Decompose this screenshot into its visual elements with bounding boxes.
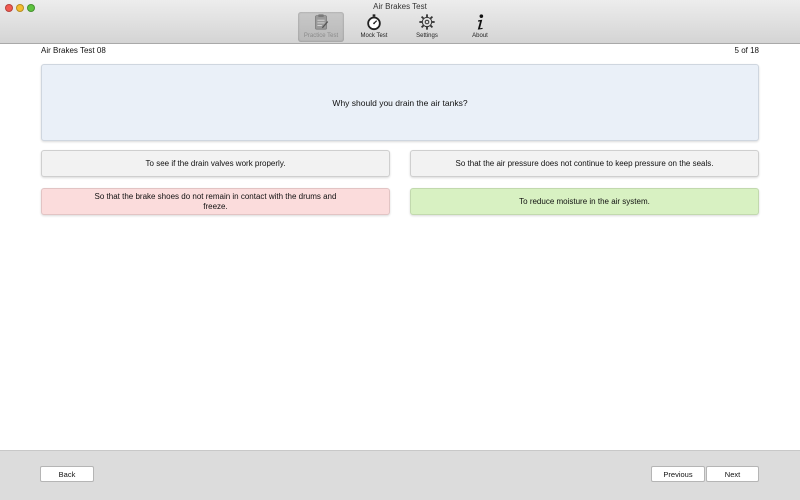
previous-button[interactable]: Previous bbox=[651, 466, 705, 482]
back-button[interactable]: Back bbox=[40, 466, 94, 482]
toolbar-about[interactable]: About bbox=[457, 12, 503, 42]
toolbar: Practice Test Mock Test Settings About bbox=[298, 12, 510, 42]
question-progress: 5 of 18 bbox=[734, 46, 759, 55]
answer-option-2[interactable]: So that the air pressure does not contin… bbox=[410, 150, 759, 177]
toolbar-settings[interactable]: Settings bbox=[404, 12, 450, 42]
toolbar-label: Practice Test bbox=[303, 33, 339, 39]
answer-option-1[interactable]: To see if the drain valves work properly… bbox=[41, 150, 390, 177]
question-text: Why should you drain the air tanks? bbox=[332, 97, 468, 108]
window-titlebar: Air Brakes Test Practice Test Mock Test bbox=[0, 0, 800, 44]
answer-option-4-correct[interactable]: To reduce moisture in the air system. bbox=[410, 188, 759, 215]
toolbar-practice-test[interactable]: Practice Test bbox=[298, 12, 344, 42]
answer-option-3-incorrect[interactable]: So that the brake shoes do not remain in… bbox=[41, 188, 390, 215]
answer-text: To reduce moisture in the air system. bbox=[519, 196, 650, 206]
answer-text: So that the brake shoes do not remain in… bbox=[94, 191, 337, 211]
toolbar-mock-test[interactable]: Mock Test bbox=[351, 12, 397, 42]
question-box: Why should you drain the air tanks? bbox=[41, 64, 759, 141]
answer-text: To see if the drain valves work properly… bbox=[145, 158, 286, 168]
window-title: Air Brakes Test bbox=[373, 2, 427, 11]
toolbar-label: Settings bbox=[416, 33, 438, 39]
toolbar-label: Mock Test bbox=[360, 33, 388, 39]
clipboard-icon bbox=[315, 14, 329, 30]
stopwatch-icon bbox=[367, 14, 381, 31]
toolbar-label: About bbox=[472, 33, 488, 39]
test-name: Air Brakes Test 08 bbox=[41, 46, 106, 55]
bottom-bar: Back Previous Next bbox=[0, 450, 800, 500]
gear-icon bbox=[419, 14, 435, 30]
next-button[interactable]: Next bbox=[706, 466, 759, 482]
answer-text: So that the air pressure does not contin… bbox=[455, 158, 714, 168]
info-icon bbox=[477, 14, 484, 30]
